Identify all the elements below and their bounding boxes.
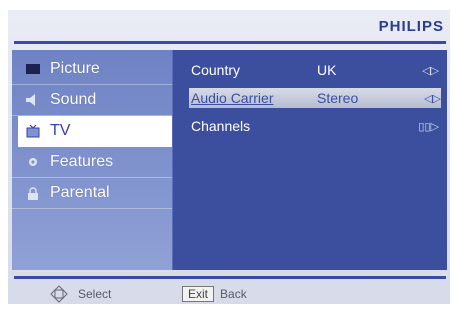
tv-settings-panel: Country UK ◁▷ Audio Carrier Stereo ◁▷ Ch…: [172, 50, 447, 270]
menu-item-label: Parental: [50, 184, 110, 201]
menu-item-label: Picture: [50, 60, 100, 77]
gear-icon: [26, 155, 40, 169]
speaker-icon: [26, 93, 40, 107]
setting-row-channels[interactable]: Channels ▯▯▷: [191, 116, 439, 136]
menu-item-label: Sound: [50, 91, 97, 108]
enter-submenu-icon[interactable]: ▯▯▷: [413, 120, 439, 133]
menu-item-picture[interactable]: Picture: [12, 54, 172, 85]
setting-row-country[interactable]: Country UK ◁▷: [191, 60, 439, 80]
setting-value: Stereo: [317, 90, 359, 106]
picture-icon: [26, 62, 40, 76]
tv-menu-screen: PHILIPS Picture Sound TV Features Parent…: [8, 10, 450, 304]
setting-label: Channels: [191, 118, 251, 134]
setting-label: Audio Carrier: [191, 90, 274, 106]
bottom-divider: [14, 276, 446, 279]
setting-row-audio-carrier[interactable]: Audio Carrier Stereo ◁▷: [189, 88, 441, 108]
menu-item-label: TV: [50, 122, 71, 139]
menu-item-label: Features: [50, 153, 114, 170]
menu-item-features[interactable]: Features: [12, 147, 172, 178]
brand-logo: PHILIPS: [378, 18, 444, 35]
top-divider: [14, 41, 446, 44]
footer-hints: Select Exit Back: [8, 284, 450, 304]
menu-item-parental[interactable]: Parental: [12, 178, 172, 209]
menu-item-tv[interactable]: TV: [18, 116, 172, 147]
left-right-arrows-icon[interactable]: ◁▷: [415, 92, 441, 105]
menu-item-sound[interactable]: Sound: [12, 85, 172, 116]
setting-label: Country: [191, 62, 241, 78]
back-label: Back: [220, 287, 247, 301]
left-right-arrows-icon[interactable]: ◁▷: [413, 64, 439, 77]
tv-icon: [26, 124, 40, 138]
setting-value: UK: [317, 62, 337, 78]
exit-hint: Exit Back: [182, 286, 247, 302]
exit-key[interactable]: Exit: [182, 286, 215, 302]
lock-icon: [26, 186, 40, 200]
select-label: Select: [78, 287, 112, 301]
main-menu: Picture Sound TV Features Parental: [12, 50, 172, 270]
select-hint: Select: [50, 285, 111, 303]
navigation-cross-icon: [50, 285, 68, 303]
